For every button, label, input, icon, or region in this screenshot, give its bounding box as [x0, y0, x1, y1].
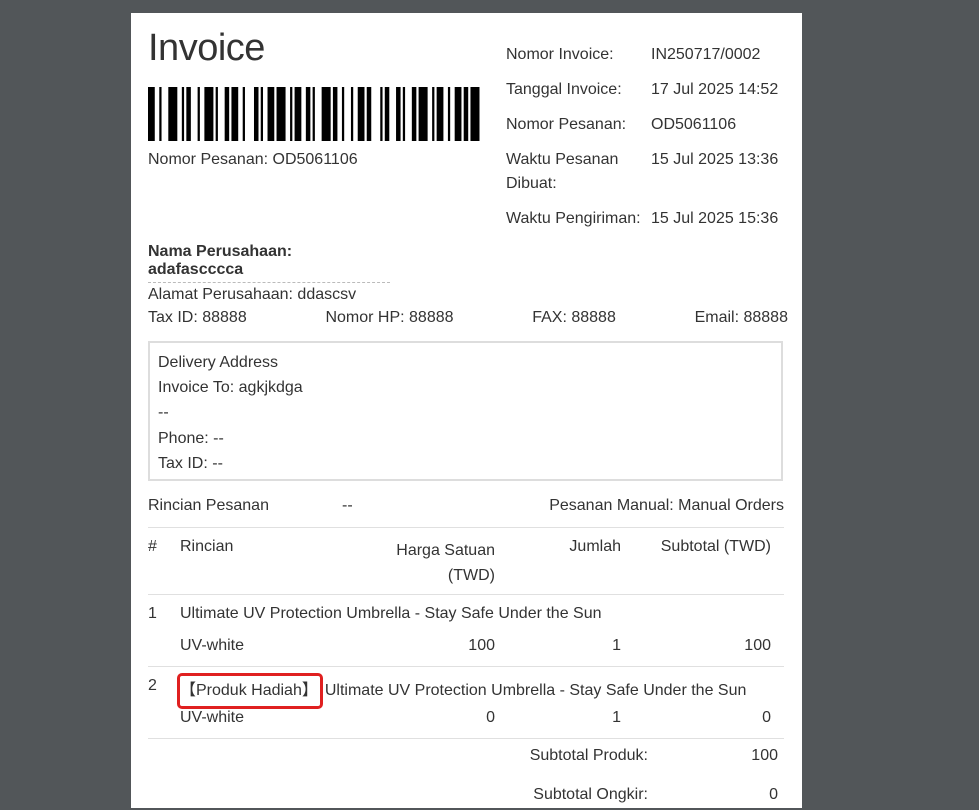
header-detail: Rincian [180, 538, 234, 555]
order-details-row: Rincian Pesanan -- Pesanan Manual: Manua… [148, 497, 784, 515]
meta-value: OD5061106 [651, 116, 737, 133]
company-info: Nama Perusahaan: adafascccca Alamat Peru… [148, 243, 788, 327]
row-product-name: Ultimate UV Protection Umbrella - Stay S… [180, 605, 602, 622]
row-number: 1 [148, 605, 157, 622]
meta-label: Waktu Pengiriman: [506, 210, 641, 227]
meta-label: Waktu Pesanan Dibuat: [506, 151, 619, 192]
company-tax-id: Tax ID: 88888 [148, 309, 247, 326]
company-fax: FAX: 88888 [532, 309, 616, 326]
invoice-page: Invoice Nomor Pesanan: OD5061106 Nomor I… [131, 13, 802, 808]
company-address: Alamat Perusahaan: ddascsv [148, 286, 357, 303]
header-subtotal: Subtotal (TWD) [660, 538, 771, 555]
meta-order-created: Waktu Pesanan Dibuat: 15 Jul 2025 13:36 [506, 148, 790, 196]
header-unit-price-line2: (TWD) [447, 567, 495, 584]
table-row: 2 【Produk Hadiah】 Ultimate UV Protection … [148, 667, 784, 738]
header-unit-price: Harga Satuan (TWD) [396, 538, 495, 588]
manual-order-label: Pesanan Manual: Manual Orders [549, 497, 784, 514]
total-value: 100 [751, 747, 778, 764]
meta-value: 15 Jul 2025 13:36 [651, 151, 779, 168]
meta-value: IN250717/0002 [651, 46, 761, 63]
meta-value: 17 Jul 2025 14:52 [651, 81, 779, 98]
row-unit-price: 0 [486, 709, 495, 726]
row-number: 2 [148, 677, 157, 694]
barcode-image [148, 87, 480, 141]
row-variant: UV-white [180, 637, 245, 654]
delivery-address-box: Delivery Address Invoice To: agkjkdga --… [148, 341, 783, 481]
company-email: Email: 88888 [694, 309, 788, 326]
items-table: # Rincian Harga Satuan (TWD) Jumlah Subt… [148, 527, 784, 803]
total-label: Subtotal Produk: [529, 747, 648, 764]
company-phone: Nomor HP: 88888 [325, 309, 454, 326]
invoice-title: Invoice [148, 27, 265, 69]
total-product-row: Subtotal Produk: 100 [148, 747, 784, 771]
table-header: # Rincian Harga Satuan (TWD) Jumlah Subt… [148, 528, 784, 594]
invoice-meta: Nomor Invoice: IN250717/0002 Tanggal Inv… [506, 43, 790, 242]
total-label: Subtotal Ongkir: [533, 786, 648, 803]
row-unit-price: 100 [468, 637, 495, 654]
delivery-tax-id: Tax ID: -- [158, 454, 223, 472]
row-product-name: Ultimate UV Protection Umbrella - Stay S… [324, 682, 747, 699]
meta-label: Nomor Pesanan: [506, 116, 627, 133]
delivery-line: -- [158, 404, 169, 422]
row-subtotal: 100 [744, 637, 771, 654]
meta-shipping-time: Waktu Pengiriman: 15 Jul 2025 15:36 [506, 207, 790, 231]
header-number: # [148, 538, 157, 555]
delivery-heading: Delivery Address [158, 354, 279, 371]
delivery-invoice-to: Invoice To: agkjkdga [158, 379, 303, 397]
table-divider [148, 738, 784, 739]
company-name: Nama Perusahaan: adafascccca [148, 243, 390, 283]
barcode-caption: Nomor Pesanan: OD5061106 [148, 151, 358, 168]
total-shipping-row: Subtotal Ongkir: 0 [148, 786, 784, 810]
meta-invoice-number: Nomor Invoice: IN250717/0002 [506, 43, 790, 67]
header-quantity: Jumlah [569, 538, 621, 555]
order-details-value: -- [342, 497, 353, 514]
meta-label: Tanggal Invoice: [506, 81, 622, 98]
meta-label: Nomor Invoice: [506, 46, 614, 63]
table-row: 1 Ultimate UV Protection Umbrella - Stay… [148, 595, 784, 666]
row-variant: UV-white [180, 709, 245, 726]
meta-invoice-date: Tanggal Invoice: 17 Jul 2025 14:52 [506, 78, 790, 102]
gift-product-badge: 【Produk Hadiah】 [177, 673, 323, 709]
delivery-phone: Phone: -- [158, 429, 224, 447]
row-subtotal: 0 [762, 709, 771, 726]
company-contact: Tax ID: 88888 Nomor HP: 88888 FAX: 88888… [148, 309, 788, 327]
meta-value: 15 Jul 2025 15:36 [651, 210, 779, 227]
header-unit-price-line1: Harga Satuan [396, 542, 495, 559]
meta-order-number: Nomor Pesanan: OD5061106 [506, 113, 790, 137]
row-quantity: 1 [612, 709, 621, 726]
row-quantity: 1 [612, 637, 621, 654]
total-value: 0 [769, 786, 778, 803]
row-product-name-cell: 【Produk Hadiah】 Ultimate UV Protection Um… [177, 673, 747, 709]
order-details-label: Rincian Pesanan [148, 497, 269, 514]
